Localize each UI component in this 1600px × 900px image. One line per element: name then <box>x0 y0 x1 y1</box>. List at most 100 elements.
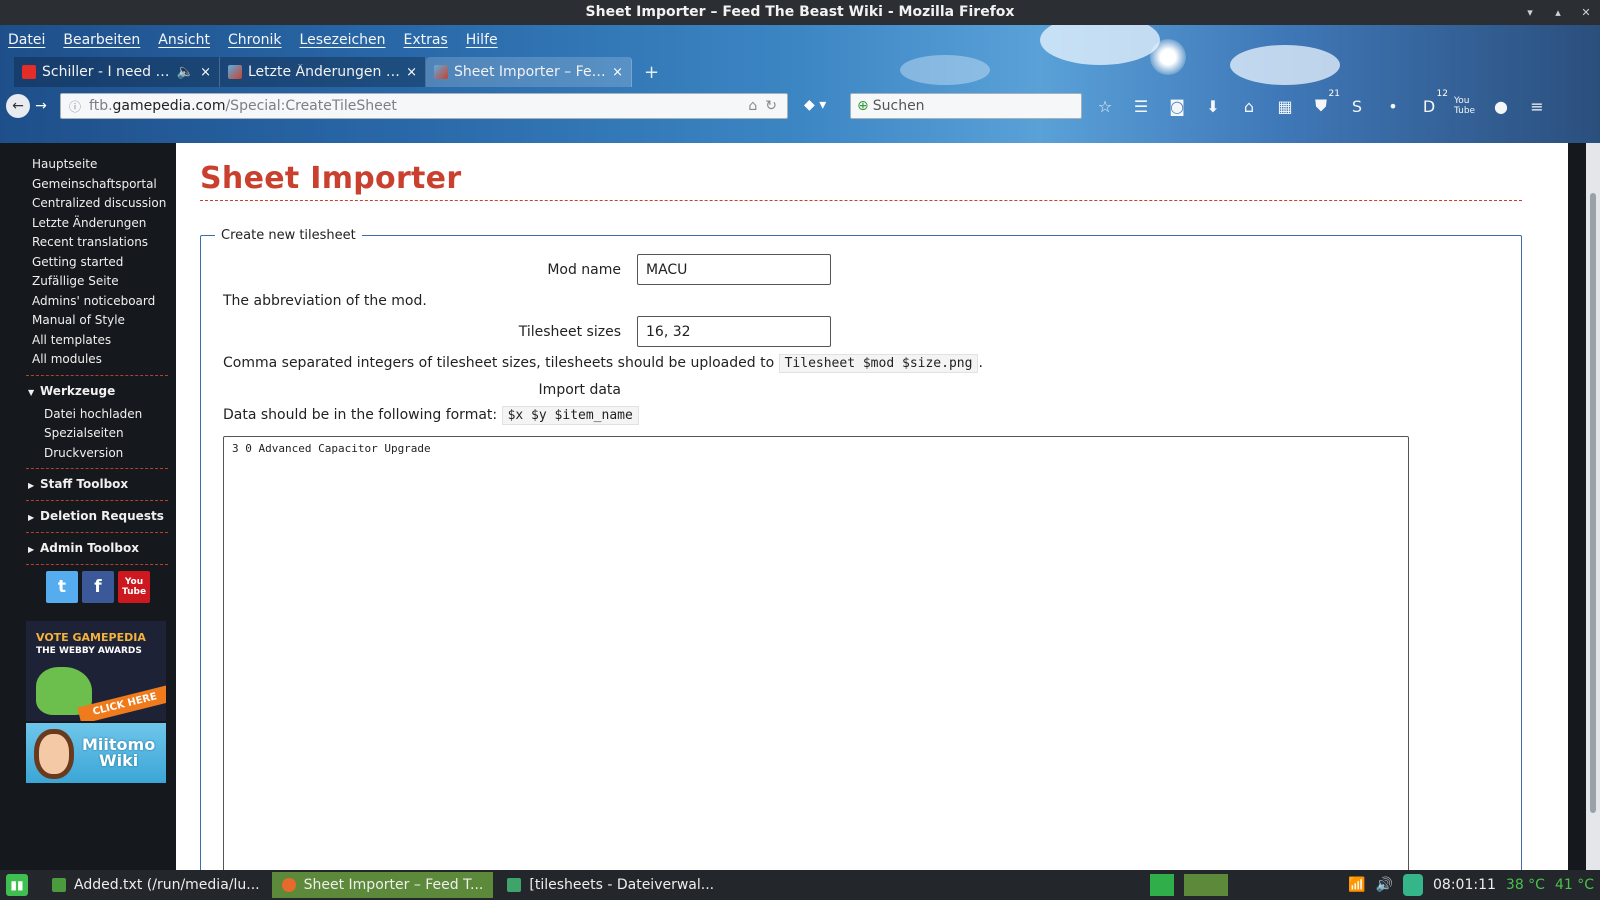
maximize-button[interactable]: ▴ <box>1550 0 1566 25</box>
skype-icon[interactable]: S <box>1346 95 1368 117</box>
taskbar-item-firefox[interactable]: Sheet Importer – Feed T... <box>271 872 494 898</box>
sidebar-link-hauptseite[interactable]: Hauptseite <box>32 155 176 175</box>
workspace-2-icon[interactable] <box>1184 874 1229 896</box>
clock[interactable]: 08:01:11 <box>1433 877 1496 893</box>
deletion-requests-heading[interactable]: ▶ Deletion Requests <box>0 507 176 527</box>
close-tab-icon[interactable]: × <box>406 65 417 80</box>
menu-bar: Datei Bearbeiten Ansicht Chronik Lesezei… <box>0 25 516 55</box>
tilesheet-sizes-input[interactable] <box>637 316 831 347</box>
banner-subline: THE WEBBY AWARDS <box>36 646 142 656</box>
sizes-help-suffix: . <box>978 355 983 371</box>
menu-bearbeiten[interactable]: Bearbeiten <box>63 32 140 48</box>
navigation-bar: ← → ⓘ ftb. gamepedia.com/Special:CreateTi… <box>0 89 1600 121</box>
toolbar-icons: ☆ ☰ ◙ ⬇ ⌂ ▦ ⛊ 21 S • D 12 You Tube ● ≡ <box>1094 89 1548 117</box>
clipboard-icon[interactable] <box>1403 874 1424 896</box>
sidebar-link-all-templates[interactable]: All templates <box>32 331 176 351</box>
tab-sheet-importer[interactable]: Sheet Importer – Fee... × <box>426 57 632 87</box>
sidebar-divider <box>26 468 168 469</box>
navigation-links: Hauptseite Gemeinschaftsportal Centraliz… <box>0 143 176 370</box>
menu-extras[interactable]: Extras <box>404 32 448 48</box>
reload-icon[interactable]: ↻ <box>765 98 777 114</box>
tab-recent-changes[interactable]: Letzte Änderungen – ... × <box>220 57 426 87</box>
menu-lesezeichen[interactable]: Lesezeichen <box>300 32 386 48</box>
url-bar[interactable]: ⓘ ftb. gamepedia.com/Special:CreateTileSh… <box>60 93 788 119</box>
extension-badge: 12 <box>1436 89 1448 99</box>
workspace-1-icon[interactable] <box>1150 874 1175 896</box>
page-viewport: Hauptseite Gemeinschaftsportal Centraliz… <box>0 143 1586 870</box>
scrollbar-thumb[interactable] <box>1590 193 1596 813</box>
menu-hilfe[interactable]: Hilfe <box>466 32 498 48</box>
sidebar-link-getting-started[interactable]: Getting started <box>32 253 176 273</box>
sidebar-link-letzte-aenderungen[interactable]: Letzte Änderungen <box>32 214 176 234</box>
gpu-temperature: 41 °C <box>1554 877 1594 893</box>
webby-awards-banner[interactable]: VOTE GAMEPEDIA THE WEBBY AWARDS CLICK HE… <box>26 621 166 721</box>
home-page-icon[interactable]: ⌂ <box>748 98 757 114</box>
import-data-textarea[interactable]: 3 0 Advanced Capacitor Upgrade <box>223 436 1409 870</box>
speaker-icon[interactable]: 🔈 <box>177 64 194 80</box>
sidebar-link-manual-of-style[interactable]: Manual of Style <box>32 311 176 331</box>
tilesheet-sizes-help: Comma separated integers of tilesheet si… <box>223 354 983 373</box>
pocket-icon[interactable]: ◙ <box>1166 95 1188 117</box>
sidebar-link-centralized-discussion[interactable]: Centralized discussion <box>32 194 176 214</box>
theme-cloud <box>1230 45 1340 85</box>
ublock-icon[interactable]: ⛊ 21 <box>1310 89 1340 117</box>
sidebar-link-admins-noticeboard[interactable]: Admins' noticeboard <box>32 292 176 312</box>
menu-datei[interactable]: Datei <box>8 32 45 48</box>
tools-heading[interactable]: ▼ Werkzeuge <box>0 382 176 402</box>
menu-ansicht[interactable]: Ansicht <box>158 32 210 48</box>
account-icon[interactable]: ● <box>1490 95 1512 117</box>
page-title: Sheet Importer <box>200 161 462 196</box>
mod-name-label: Mod name <box>547 262 621 278</box>
extension-grid-icon[interactable]: ▦ <box>1274 95 1296 117</box>
sidebar-link-gemeinschaftsportal[interactable]: Gemeinschaftsportal <box>32 175 176 195</box>
home-icon[interactable]: ⌂ <box>1238 95 1260 117</box>
hamburger-menu-icon[interactable]: ≡ <box>1526 95 1548 117</box>
search-input[interactable]: ⊕ Suchen <box>850 93 1082 119</box>
bookmark-star-icon[interactable]: ☆ <box>1094 95 1116 117</box>
sidebar-link-datei-hochladen[interactable]: Datei hochladen <box>44 405 176 425</box>
tab-youtube[interactable]: Schiller - I need y... 🔈 × <box>14 57 220 87</box>
facebook-icon[interactable]: f <box>82 571 114 603</box>
tab-strip: Schiller - I need y... 🔈 × Letzte Änderu… <box>14 57 659 87</box>
wifi-icon[interactable]: 📶 <box>1348 877 1365 893</box>
admin-toolbox-heading[interactable]: ▶ Admin Toolbox <box>0 539 176 559</box>
taskbar-item-added-txt[interactable]: Added.txt (/run/media/lu... <box>42 872 270 898</box>
info-icon[interactable]: ⓘ <box>69 98 81 115</box>
page-scrollbar[interactable] <box>1586 143 1600 870</box>
import-help-text: Data should be in the following format: <box>223 407 498 423</box>
gamepedia-icon <box>434 65 448 79</box>
volume-icon[interactable]: 🔊 <box>1376 877 1393 893</box>
sidebar-link-all-modules[interactable]: All modules <box>32 350 176 370</box>
mod-name-help: The abbreviation of the mod. <box>223 293 427 309</box>
menu-chronik[interactable]: Chronik <box>228 32 282 48</box>
sidebar-link-druckversion[interactable]: Druckversion <box>44 444 176 464</box>
tab-label: Letzte Änderungen – ... <box>248 64 401 80</box>
mod-name-input[interactable] <box>637 254 831 285</box>
new-tab-button[interactable]: + <box>644 62 659 83</box>
sidebar-link-recent-translations[interactable]: Recent translations <box>32 233 176 253</box>
close-tab-icon[interactable]: × <box>612 65 623 80</box>
sidebar-link-zufaellige-seite[interactable]: Zufällige Seite <box>32 272 176 292</box>
back-button[interactable]: ← <box>6 94 30 118</box>
staff-toolbox-heading[interactable]: ▶ Staff Toolbox <box>0 475 176 495</box>
youtube-icon[interactable]: You Tube <box>118 571 150 603</box>
social-links: t f You Tube <box>0 571 176 603</box>
reader-list-icon[interactable]: ☰ <box>1130 95 1152 117</box>
close-tab-icon[interactable]: × <box>200 65 211 80</box>
taskbar-item-file-manager[interactable]: [tilesheets - Dateiverwal... <box>497 872 724 898</box>
app-menu-icon[interactable]: ▮▮ <box>6 874 28 896</box>
sidebar-link-spezialseiten[interactable]: Spezialseiten <box>44 424 176 444</box>
download-icon[interactable]: ⬇ <box>1202 95 1224 117</box>
close-window-button[interactable]: ✕ <box>1578 0 1594 25</box>
extension-dot-icon[interactable]: • <box>1382 95 1404 117</box>
forward-button[interactable]: → <box>32 94 50 118</box>
minimize-button[interactable]: ▾ <box>1522 0 1538 25</box>
folder-icon <box>507 878 522 892</box>
youtube-toolbar-icon[interactable]: You Tube <box>1454 95 1476 117</box>
theme-cloud <box>1040 25 1160 65</box>
search-engine-dropdown-icon[interactable]: ◆ ▾ <box>804 97 826 113</box>
twitter-icon[interactable]: t <box>46 571 78 603</box>
miitomo-wiki-banner[interactable]: Miitomo Wiki <box>26 723 166 783</box>
miitomo-line2: Wiki <box>98 751 139 770</box>
extension-d-icon[interactable]: D 12 <box>1418 89 1448 117</box>
